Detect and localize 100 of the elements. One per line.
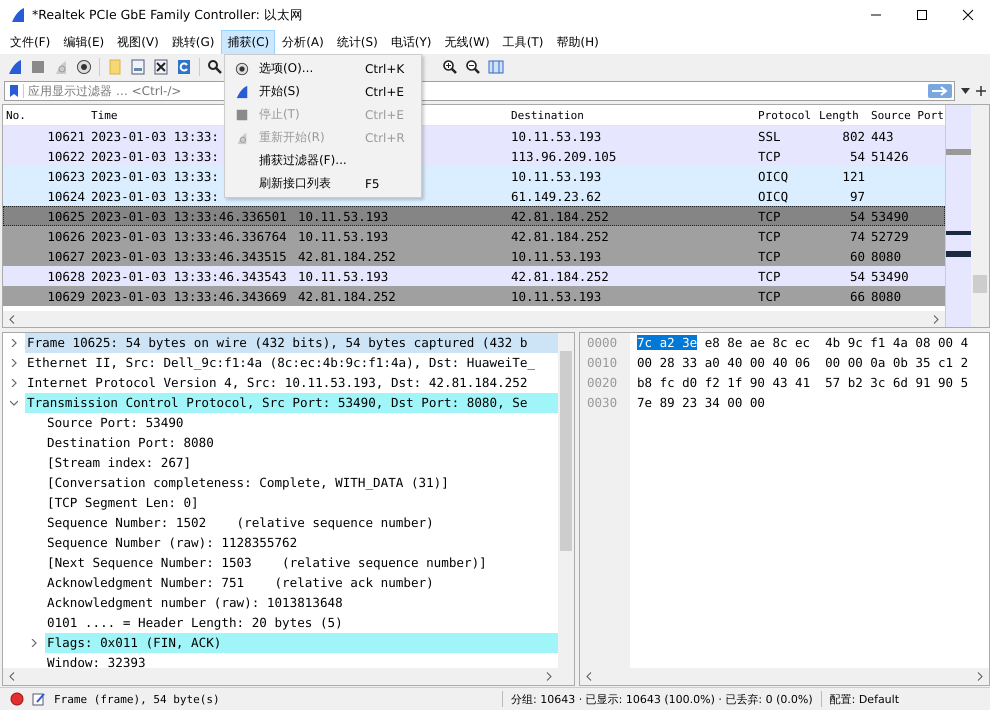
table-cell-text: 42.81.184.252 <box>510 208 610 224</box>
expand-icon[interactable] <box>10 379 18 387</box>
column-header[interactable]: Destination <box>508 108 755 122</box>
expand-icon[interactable] <box>10 339 18 347</box>
tree-item[interactable]: [TCP Segment Len: 0] <box>3 493 558 513</box>
packet-row[interactable]: 10629 2023-01-03 13:33:46.343669 42.81.184.252 10.11.53.193 TCP 66 8080 <box>3 286 945 306</box>
table-cell-text: 10621 <box>46 128 86 144</box>
zoom-out-icon[interactable] <box>465 59 481 75</box>
scroll-right-icon[interactable] <box>933 314 939 324</box>
horizontal-scrollbar[interactable] <box>3 668 558 685</box>
profile-label[interactable]: 配置: Default <box>830 692 900 706</box>
table-cell-text: 113.96.209.105 <box>510 148 618 164</box>
menu-item[interactable]: 文件(F) <box>4 30 56 54</box>
table-cell: 10.11.53.193 <box>298 208 388 224</box>
table-cell: 53490 <box>871 268 909 284</box>
tree-item[interactable]: [Next Sequence Number: 1503 (relative sequence number)] <box>3 553 558 573</box>
scroll-right-icon[interactable] <box>977 672 983 681</box>
table-cell-text: 97 <box>848 188 866 204</box>
menu-item[interactable]: 统计(S) <box>330 30 384 54</box>
close-file-icon[interactable] <box>153 59 169 75</box>
tree-item[interactable]: [Conversation completeness: Complete, WITH_DATA (31)] <box>3 473 558 493</box>
table-cell-text: SSL <box>757 128 782 144</box>
expand-icon[interactable] <box>10 359 18 367</box>
tree-item[interactable]: Acknowledgment number (raw): 1013813648 <box>3 593 558 613</box>
stop-icon[interactable] <box>30 59 46 75</box>
packet-row[interactable]: 10625 2023-01-03 13:33:46.336501 10.11.53.193 42.81.184.252 TCP 54 53490 <box>3 206 945 226</box>
highlighted-bytes[interactable]: 7c a2 3e <box>637 335 698 350</box>
table-cell-text: 10627 <box>46 248 86 264</box>
menu-item[interactable]: 电话(Y) <box>384 30 438 54</box>
table-cell-text: OICQ <box>757 188 790 204</box>
hex-bytes[interactable]: e8 8e ae 8c ec 4b 9c f1 4a 08 00 4 <box>704 335 968 350</box>
maximize-icon[interactable] <box>916 9 928 21</box>
tree-item[interactable]: Internet Protocol Version 4, Src: 10.11.53.193, Dst: 42.81.184.252 <box>3 373 558 393</box>
hex-bytes[interactable]: b8 fc d0 f2 1f 90 43 41 57 b2 3c 6d 91 90 5 <box>637 375 968 390</box>
tree-item[interactable]: Destination Port: 8080 <box>3 433 558 453</box>
tree-item[interactable]: Ethernet II, Src: Dell_9c:f1:4a (8c:ec:4b:9c:f1:4a), Dst: HuaweiTe_ <box>3 353 558 373</box>
menu-item[interactable]: 捕获(C) <box>221 30 276 54</box>
menu-item[interactable]: 无线(W) <box>438 30 496 54</box>
menu-item[interactable]: 分析(A) <box>276 30 330 54</box>
resize-columns-icon[interactable] <box>488 59 504 75</box>
vertical-scrollbar[interactable] <box>971 105 989 327</box>
menu-item[interactable]: 视图(V) <box>111 30 165 54</box>
collapse-icon[interactable] <box>10 399 18 407</box>
tree-item[interactable]: Window: 32393 <box>3 653 558 668</box>
shark-fin-icon[interactable] <box>7 59 23 75</box>
menu-item[interactable]: 跳转(G) <box>166 30 220 54</box>
column-header[interactable]: No. <box>3 108 88 122</box>
expand-icon[interactable] <box>30 639 38 647</box>
packet-row[interactable]: 10626 2023-01-03 13:33:46.336764 10.11.53.193 42.81.184.252 TCP 74 52729 <box>3 226 945 246</box>
edit-icon[interactable] <box>32 692 46 706</box>
hex-bytes[interactable]: 00 28 33 a0 40 00 40 06 00 00 0a 0b 35 c1 2 <box>637 355 968 370</box>
tree-item[interactable]: Source Port: 53490 <box>3 413 558 433</box>
table-cell-text: TCP <box>757 268 782 284</box>
tree-item[interactable]: Sequence Number: 1502 (relative sequence number) <box>3 513 558 533</box>
table-cell-text: 10.11.53.193 <box>510 168 602 184</box>
packet-row[interactable]: 10628 2023-01-03 13:33:46.343543 10.11.53.193 42.81.184.252 TCP 54 53490 <box>3 266 945 286</box>
shark-fin-icon <box>235 84 249 98</box>
menu-item[interactable]: 工具(T) <box>496 30 550 54</box>
table-cell: 2023-01-03 13:33: <box>91 128 219 144</box>
table-cell-text: 10622 <box>46 148 86 164</box>
table-cell: 42.81.184.252 <box>298 248 396 264</box>
scroll-right-icon[interactable] <box>546 672 552 681</box>
horizontal-scrollbar[interactable] <box>3 311 945 327</box>
packet-counts: 分组: 10643 · 已显示: 10643 (100.0%) · 已丢弃: 0 (0.0%) <box>511 692 813 706</box>
byte-offset: 0010 <box>587 354 618 372</box>
shark-fin-icon <box>10 7 26 23</box>
column-header[interactable]: Protocol <box>755 108 816 122</box>
table-cell: 2023-01-03 13:33: <box>91 188 219 204</box>
menu-item[interactable]: 开始(S) Ctrl+E <box>225 80 421 103</box>
scroll-left-icon[interactable] <box>9 314 15 324</box>
zoom-in-icon[interactable] <box>442 59 458 75</box>
hex-bytes[interactable]: 7e 89 23 34 00 00 <box>637 395 765 410</box>
tree-item[interactable]: 0101 .... = Header Length: 20 bytes (5) <box>3 613 558 633</box>
tree-item[interactable]: Acknowledgment Number: 751 (relative ack number) <box>3 573 558 593</box>
table-cell-text: 10.11.53.193 <box>510 288 602 304</box>
search-icon[interactable] <box>207 59 223 75</box>
packet-row[interactable]: 10627 2023-01-03 13:33:46.343515 42.81.184.252 10.11.53.193 TCP 60 8080 <box>3 246 945 266</box>
file-icon[interactable] <box>130 59 146 75</box>
reload-icon[interactable] <box>176 59 192 75</box>
horizontal-scrollbar[interactable] <box>580 668 989 685</box>
menu-item[interactable]: 选项(O)... Ctrl+K <box>225 57 421 80</box>
table-cell: 2023-01-03 13:33:46.343669 <box>91 288 287 304</box>
close-icon[interactable] <box>962 9 974 21</box>
table-cell: 10.11.53.193 <box>298 228 388 244</box>
table-cell-text: 802 <box>841 128 866 144</box>
menu-item[interactable]: 帮助(H) <box>550 30 605 54</box>
table-cell: 8080 <box>871 288 902 304</box>
add-icon[interactable] <box>976 86 986 96</box>
column-header[interactable]: Source Port <box>868 108 945 122</box>
vertical-scrollbar[interactable] <box>558 332 575 686</box>
menu-item[interactable]: 编辑(E) <box>57 30 110 54</box>
column-header[interactable]: Length <box>816 108 868 122</box>
scroll-left-icon[interactable] <box>9 672 15 681</box>
scroll-left-icon[interactable] <box>586 672 592 681</box>
restart-icon[interactable] <box>53 59 69 75</box>
tree-item[interactable]: Sequence Number (raw): 1128355762 <box>3 533 558 553</box>
record-icon[interactable] <box>10 692 24 706</box>
tree-item[interactable]: [Stream index: 267] <box>3 453 558 473</box>
dropdown-caret-icon[interactable] <box>961 88 970 94</box>
table-cell-text: 121 <box>841 168 866 184</box>
